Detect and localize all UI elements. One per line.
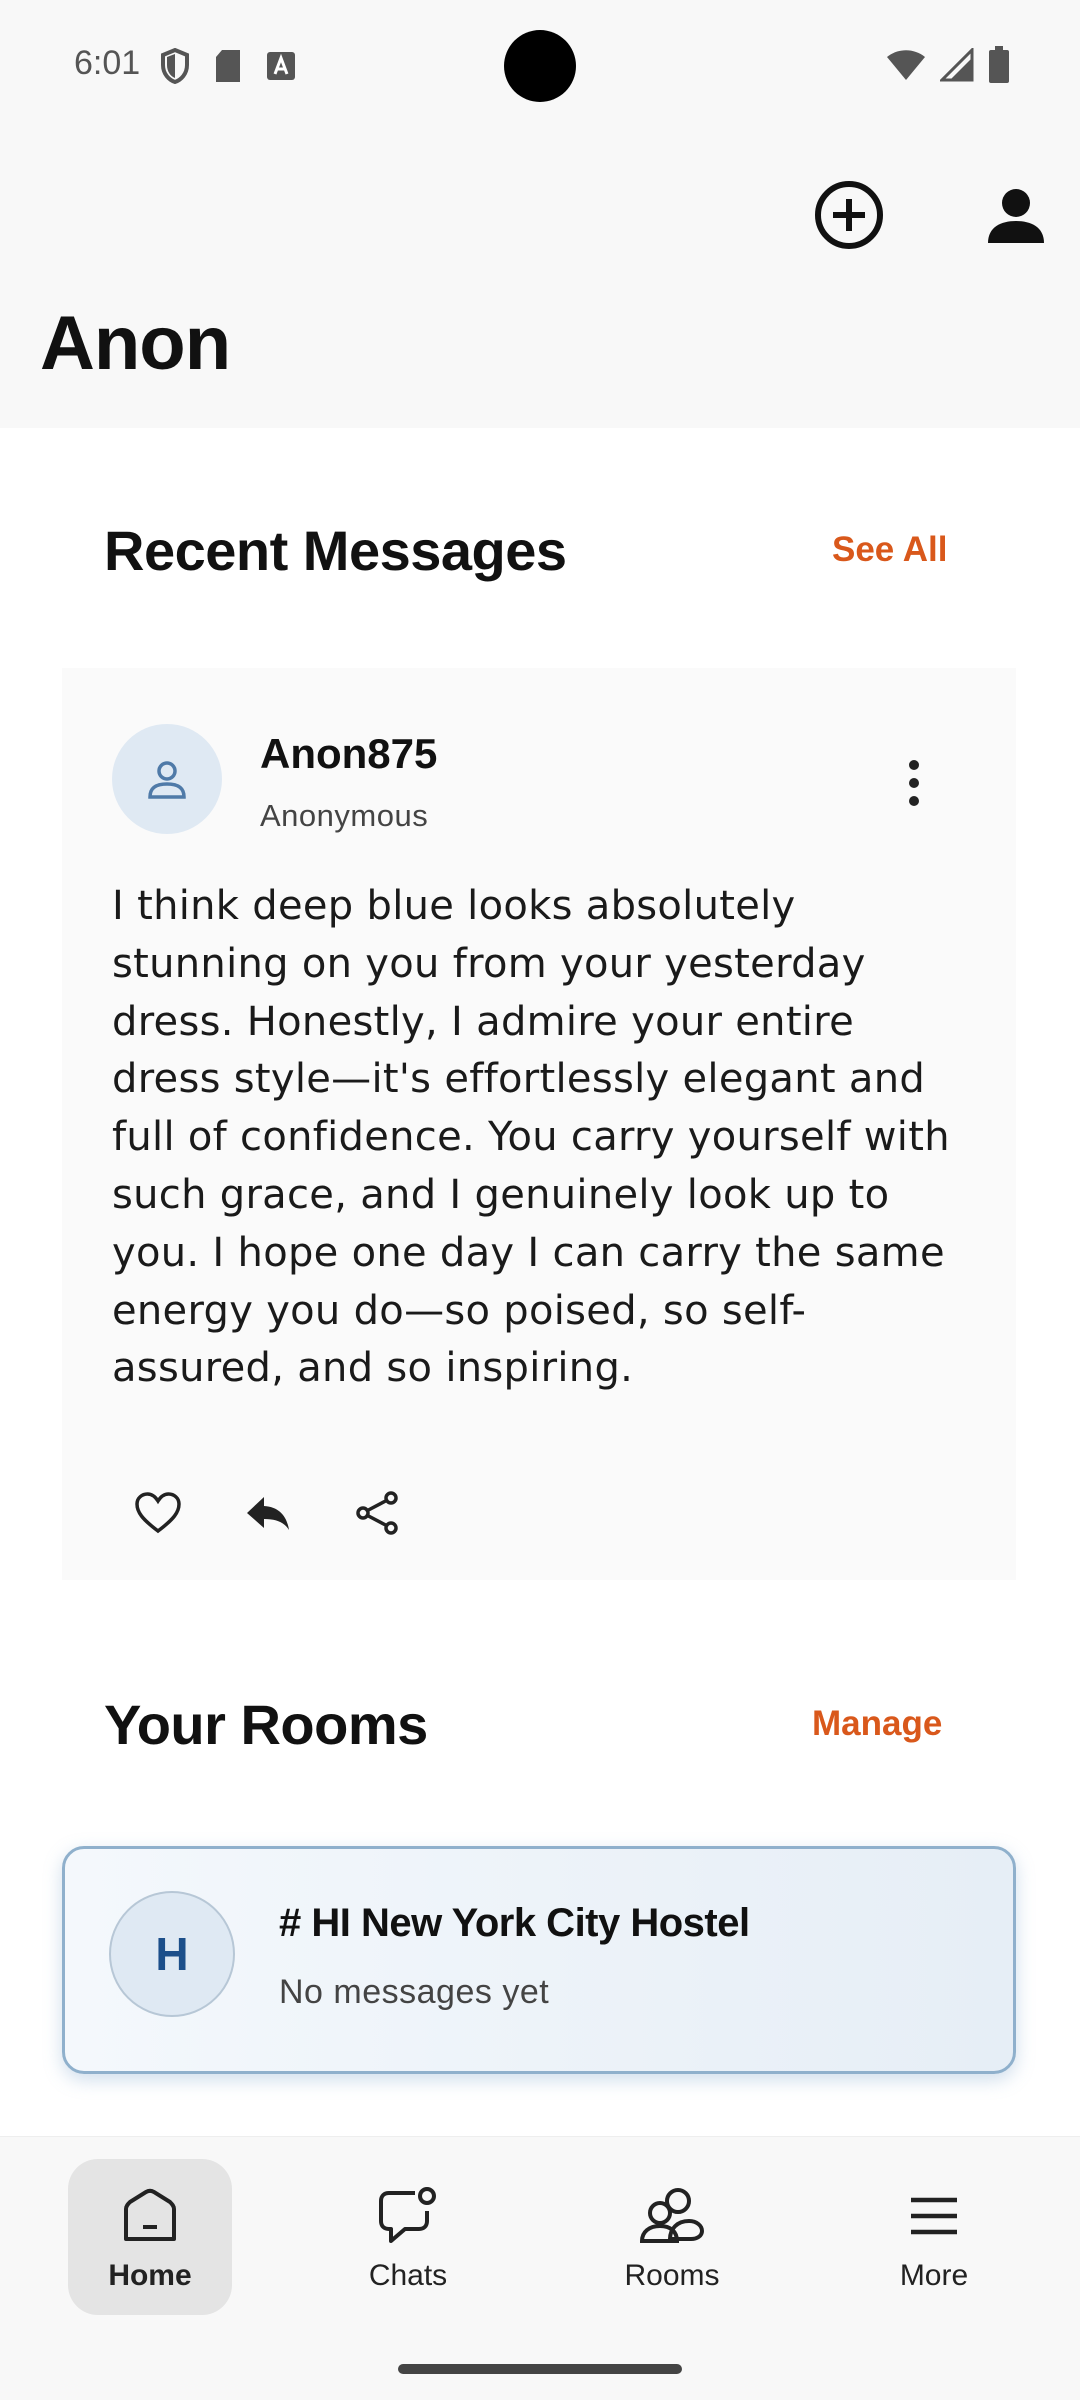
status-bar: 6:01: [0, 0, 1080, 132]
like-button[interactable]: [134, 1491, 182, 1540]
your-rooms-title: Your Rooms: [104, 1693, 428, 1756]
nav-more-icon-wrap: [908, 2181, 960, 2251]
status-time: 6:01: [74, 44, 141, 82]
room-name: # HI New York City Hostel: [279, 1901, 750, 1945]
rooms-icon: [639, 2188, 705, 2243]
chat-icon: [379, 2187, 436, 2243]
reply-icon: [247, 1497, 289, 1530]
profile-button[interactable]: [982, 182, 1050, 250]
add-circle-icon: [815, 181, 883, 249]
sd-card-icon: [214, 49, 242, 88]
room-status: No messages yet: [279, 1973, 550, 2011]
battery-icon: [988, 46, 1010, 89]
nav-home-icon-wrap: [121, 2181, 179, 2251]
sender-avatar: [112, 724, 222, 834]
reply-button[interactable]: [244, 1493, 292, 1538]
message-actions: [134, 1490, 400, 1541]
message-role: Anonymous: [260, 798, 429, 833]
message-body: I think deep blue looks absolutely stunn…: [112, 883, 950, 1392]
more-options-button[interactable]: [902, 758, 926, 808]
nav-chats-label: Chats: [368, 2259, 448, 2292]
nav-more-label: More: [899, 2259, 969, 2292]
profile-icon: [988, 189, 1044, 243]
nav-more[interactable]: More: [852, 2159, 1016, 2315]
share-button[interactable]: [354, 1490, 400, 1541]
status-icons-right: [886, 46, 1010, 89]
signal-icon: [938, 46, 974, 87]
nav-rooms[interactable]: Rooms: [590, 2159, 754, 2315]
screen: 6:01 Anon Recent Messages See All Anon87…: [0, 0, 1080, 2400]
nav-rooms-icon-wrap: [639, 2181, 705, 2251]
more-vert-icon: [909, 760, 919, 806]
nav-chats[interactable]: Chats: [326, 2159, 490, 2315]
page-title: Anon: [40, 301, 231, 386]
shield-icon: [160, 47, 190, 89]
bottom-nav: Home Chats Rooms More: [0, 2136, 1080, 2400]
heart-icon: [135, 1492, 181, 1534]
menu-icon: [911, 2197, 957, 2235]
manage-link[interactable]: Manage: [812, 1704, 942, 1744]
message-sender: Anon875: [260, 730, 438, 777]
nav-home[interactable]: Home: [68, 2159, 232, 2315]
gesture-bar[interactable]: [398, 2364, 682, 2374]
room-avatar: H: [109, 1891, 235, 2017]
see-all-link[interactable]: See All: [832, 530, 947, 570]
room-card[interactable]: H # HI New York City Hostel No messages …: [62, 1846, 1016, 2074]
nav-home-label: Home: [108, 2259, 192, 2292]
wifi-icon: [886, 49, 926, 86]
font-icon: [266, 51, 296, 86]
main-content: Recent Messages See All Anon875 Anonymou…: [0, 428, 1080, 2136]
recent-messages-title: Recent Messages: [104, 519, 567, 582]
status-icons-left: [160, 47, 296, 89]
nav-rooms-label: Rooms: [624, 2259, 720, 2292]
add-button[interactable]: [812, 178, 886, 252]
home-icon: [124, 2188, 176, 2241]
nav-chats-icon-wrap: [377, 2181, 439, 2251]
camera-cutout: [504, 30, 576, 102]
message-card[interactable]: Anon875 Anonymous I think deep blue look…: [62, 668, 1016, 1580]
user-outline-icon: [148, 761, 186, 799]
share-icon: [356, 1491, 398, 1535]
